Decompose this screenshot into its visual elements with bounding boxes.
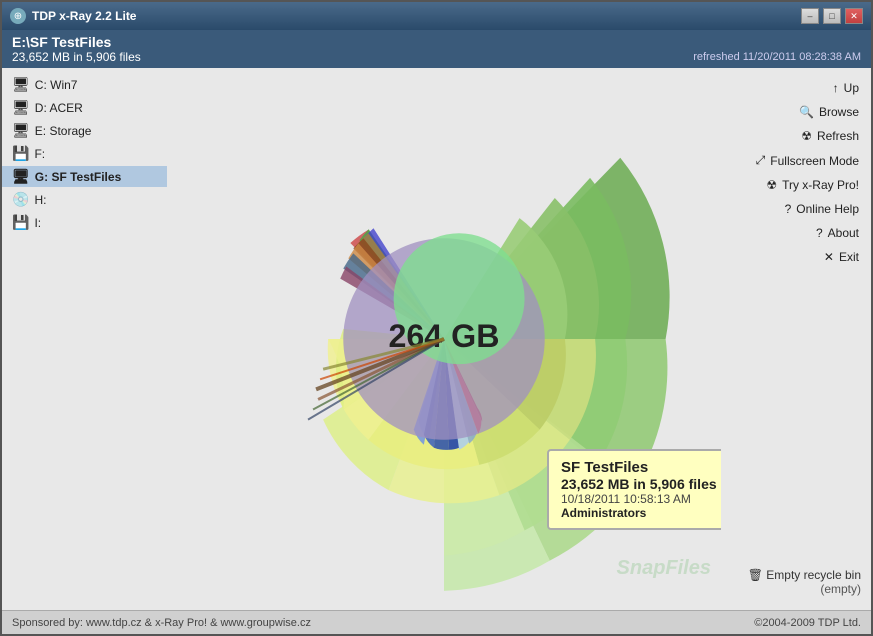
usb-icon-i: 💾 [12,214,29,231]
browse-label: Browse [819,105,859,119]
refresh-icon: ☢ [801,129,812,143]
drive-item-e[interactable]: 🖥 E: Storage [2,120,167,141]
drive-item-i[interactable]: 💾 I: [2,212,167,233]
app-title: TDP x-Ray 2.2 Lite [32,9,136,23]
app-window: ⊕ TDP x-Ray 2.2 Lite – □ ✕ E:\SF TestFil… [0,0,873,636]
tooltip-user: Administrators [561,506,721,520]
footer-bar: Sponsored by: www.tdp.cz & x-Ray Pro! & … [2,610,871,634]
drive-label-h: H: [34,193,46,207]
fullscreen-button[interactable]: ⤢ Fullscreen Mode [727,150,865,171]
recycle-bin-icon: 🗑 [748,568,763,582]
xray-pro-icon: ☢ [766,178,777,192]
hdd-icon-e: 🖥 [12,122,30,139]
up-label: Up [844,81,859,95]
sponsor-text: Sponsored by: www.tdp.cz & x-Ray Pro! & … [12,617,311,629]
title-bar-left: ⊕ TDP x-Ray 2.2 Lite [10,8,136,24]
up-button[interactable]: ↑ Up [727,78,865,98]
up-icon: ↑ [833,81,839,95]
browse-icon: 🔍 [799,105,814,119]
tooltip-date: 10/18/2011 10:58:13 AM [561,492,721,506]
drive-label-d: D: ACER [35,101,83,115]
recycle-bin-row: 🗑 Empty recycle bin [727,568,861,582]
recycle-bin-label: Empty recycle bin [766,568,861,582]
help-icon: ? [785,202,792,216]
tooltip-title: SF TestFiles [561,459,721,476]
title-bar: ⊕ TDP x-Ray 2.2 Lite – □ ✕ [2,2,871,30]
drive-item-h[interactable]: 💿 H: [2,189,167,210]
refresh-label: Refresh [817,129,859,143]
window-controls: – □ ✕ [801,8,863,24]
xray-pro-button[interactable]: ☢ Try x-Ray Pro! [727,175,865,195]
copyright-text: ©2004-2009 TDP Ltd. [754,617,861,629]
about-button[interactable]: ? About [727,223,865,243]
chart-area[interactable]: 264 GB SF TestFiles 23,652 MB in 5,906 f… [167,68,721,610]
recycle-bin-status: (empty) [727,582,861,596]
xray-pro-label: Try x-Ray Pro! [782,178,859,192]
usb-icon-f: 💾 [12,145,29,162]
exit-label: Exit [839,250,859,264]
hdd-icon-c: 🖥 [12,76,30,93]
fullscreen-icon: ⤢ [756,153,766,168]
exit-button[interactable]: ✕ Exit [727,247,865,267]
drive-list: 🖥 C: Win7 🖥 D: ACER 🖥 E: Storage 💾 F: 🖥 … [2,68,167,610]
tooltip: SF TestFiles 23,652 MB in 5,906 files 10… [547,449,721,530]
hdd-icon-d: 🖥 [12,99,30,116]
drive-label-e: E: Storage [35,124,92,138]
app-icon: ⊕ [10,8,26,24]
close-button[interactable]: ✕ [845,8,863,24]
drive-label-c: C: Win7 [35,78,78,92]
hdd-icon-g: 🖥 [12,168,30,185]
size-info: 23,652 MB in 5,906 files [12,50,141,64]
drive-item-f[interactable]: 💾 F: [2,143,167,164]
maximize-button[interactable]: □ [823,8,841,24]
exit-icon: ✕ [824,250,834,264]
save-icon-h: 💿 [12,191,29,208]
minimize-button[interactable]: – [801,8,819,24]
help-button[interactable]: ? Online Help [727,199,865,219]
drive-label-i: I: [34,216,41,230]
drive-label-f: F: [34,147,45,161]
drive-item-c[interactable]: 🖥 C: Win7 [2,74,167,95]
drive-item-g[interactable]: 🖥 G: SF TestFiles [2,166,167,187]
info-row: 23,652 MB in 5,906 files refreshed 11/20… [12,50,861,64]
action-panel: ↑ Up 🔍 Browse ☢ Refresh ⤢ Fullscreen Mod… [721,68,871,610]
header-bar: E:\SF TestFiles 23,652 MB in 5,906 files… [2,30,871,68]
main-content: 🖥 C: Win7 🖥 D: ACER 🖥 E: Storage 💾 F: 🖥 … [2,68,871,610]
tooltip-size: 23,652 MB in 5,906 files [561,476,721,492]
refresh-time: refreshed 11/20/2011 08:28:38 AM [693,51,861,63]
spacer [727,271,865,558]
drive-item-d[interactable]: 🖥 D: ACER [2,97,167,118]
about-icon: ? [816,226,823,240]
current-path: E:\SF TestFiles [12,34,861,50]
about-label: About [828,226,859,240]
fullscreen-label: Fullscreen Mode [770,154,859,168]
drive-label-g: G: SF TestFiles [35,170,121,184]
recycle-bin-area[interactable]: 🗑 Empty recycle bin (empty) [727,562,865,600]
refresh-button[interactable]: ☢ Refresh [727,126,865,146]
browse-button[interactable]: 🔍 Browse [727,102,865,122]
help-label: Online Help [796,202,859,216]
